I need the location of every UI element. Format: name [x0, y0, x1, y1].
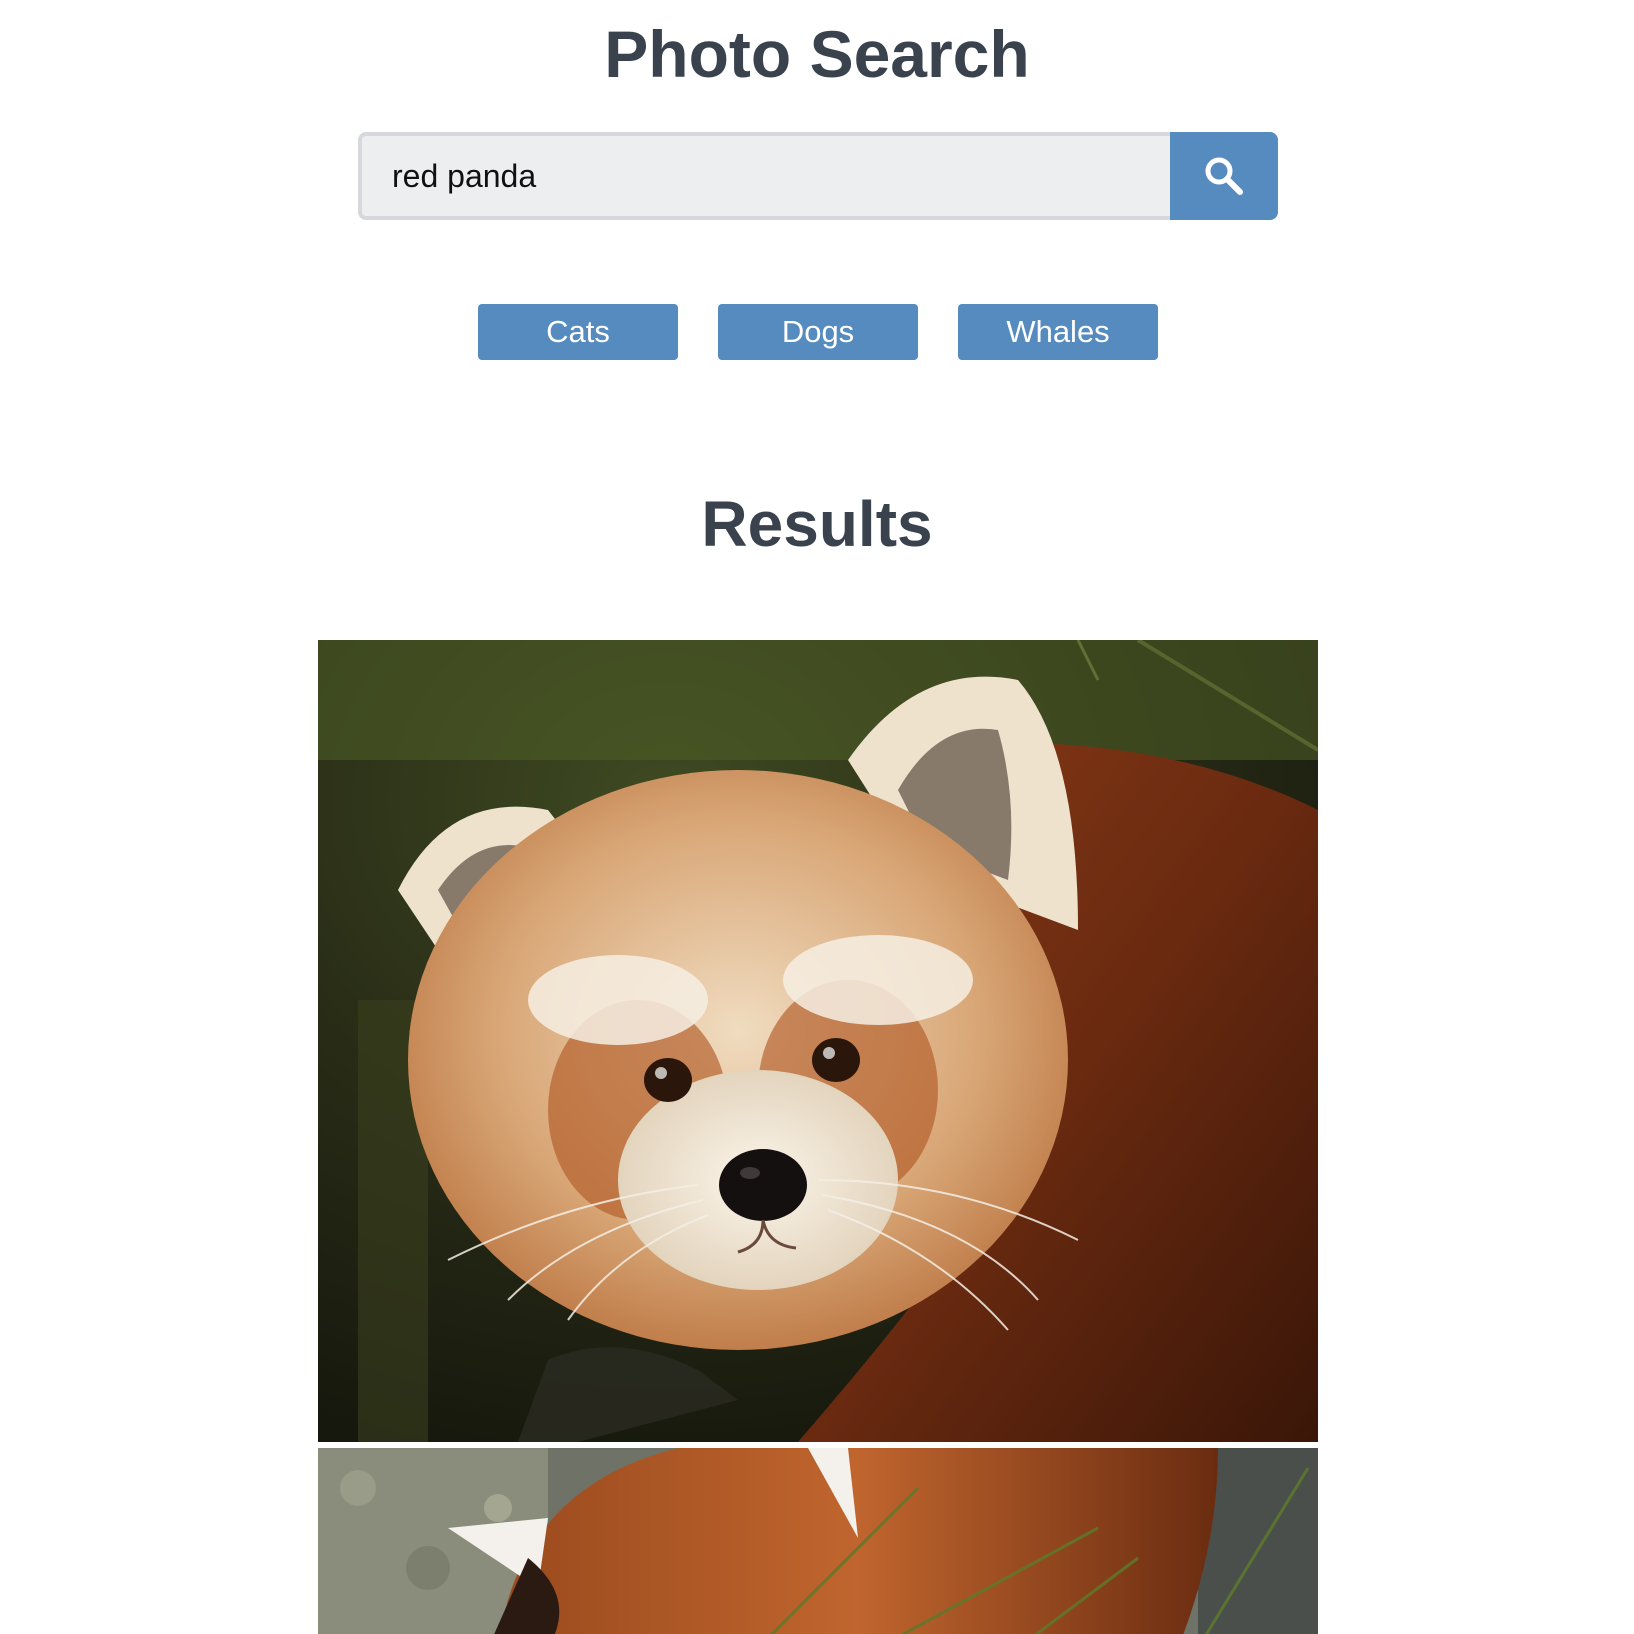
- result-photo[interactable]: [318, 1448, 1318, 1634]
- photo-search-page: Photo Search Cats Dogs Whales Results: [0, 0, 1634, 1634]
- quick-search-buttons: Cats Dogs Whales: [478, 304, 1158, 360]
- search-form: [358, 132, 1278, 220]
- red-panda-photo-image: [318, 1448, 1318, 1634]
- quick-search-cats-button[interactable]: Cats: [478, 304, 678, 360]
- search-button[interactable]: [1170, 132, 1278, 220]
- page-title: Photo Search: [604, 17, 1030, 91]
- result-photo[interactable]: [318, 640, 1318, 1442]
- red-panda-photo-image: [318, 640, 1318, 1442]
- search-icon: [1202, 154, 1246, 198]
- quick-search-whales-button[interactable]: Whales: [958, 304, 1158, 360]
- search-input[interactable]: [358, 132, 1170, 220]
- results-heading: Results: [701, 488, 933, 560]
- quick-search-dogs-button[interactable]: Dogs: [718, 304, 918, 360]
